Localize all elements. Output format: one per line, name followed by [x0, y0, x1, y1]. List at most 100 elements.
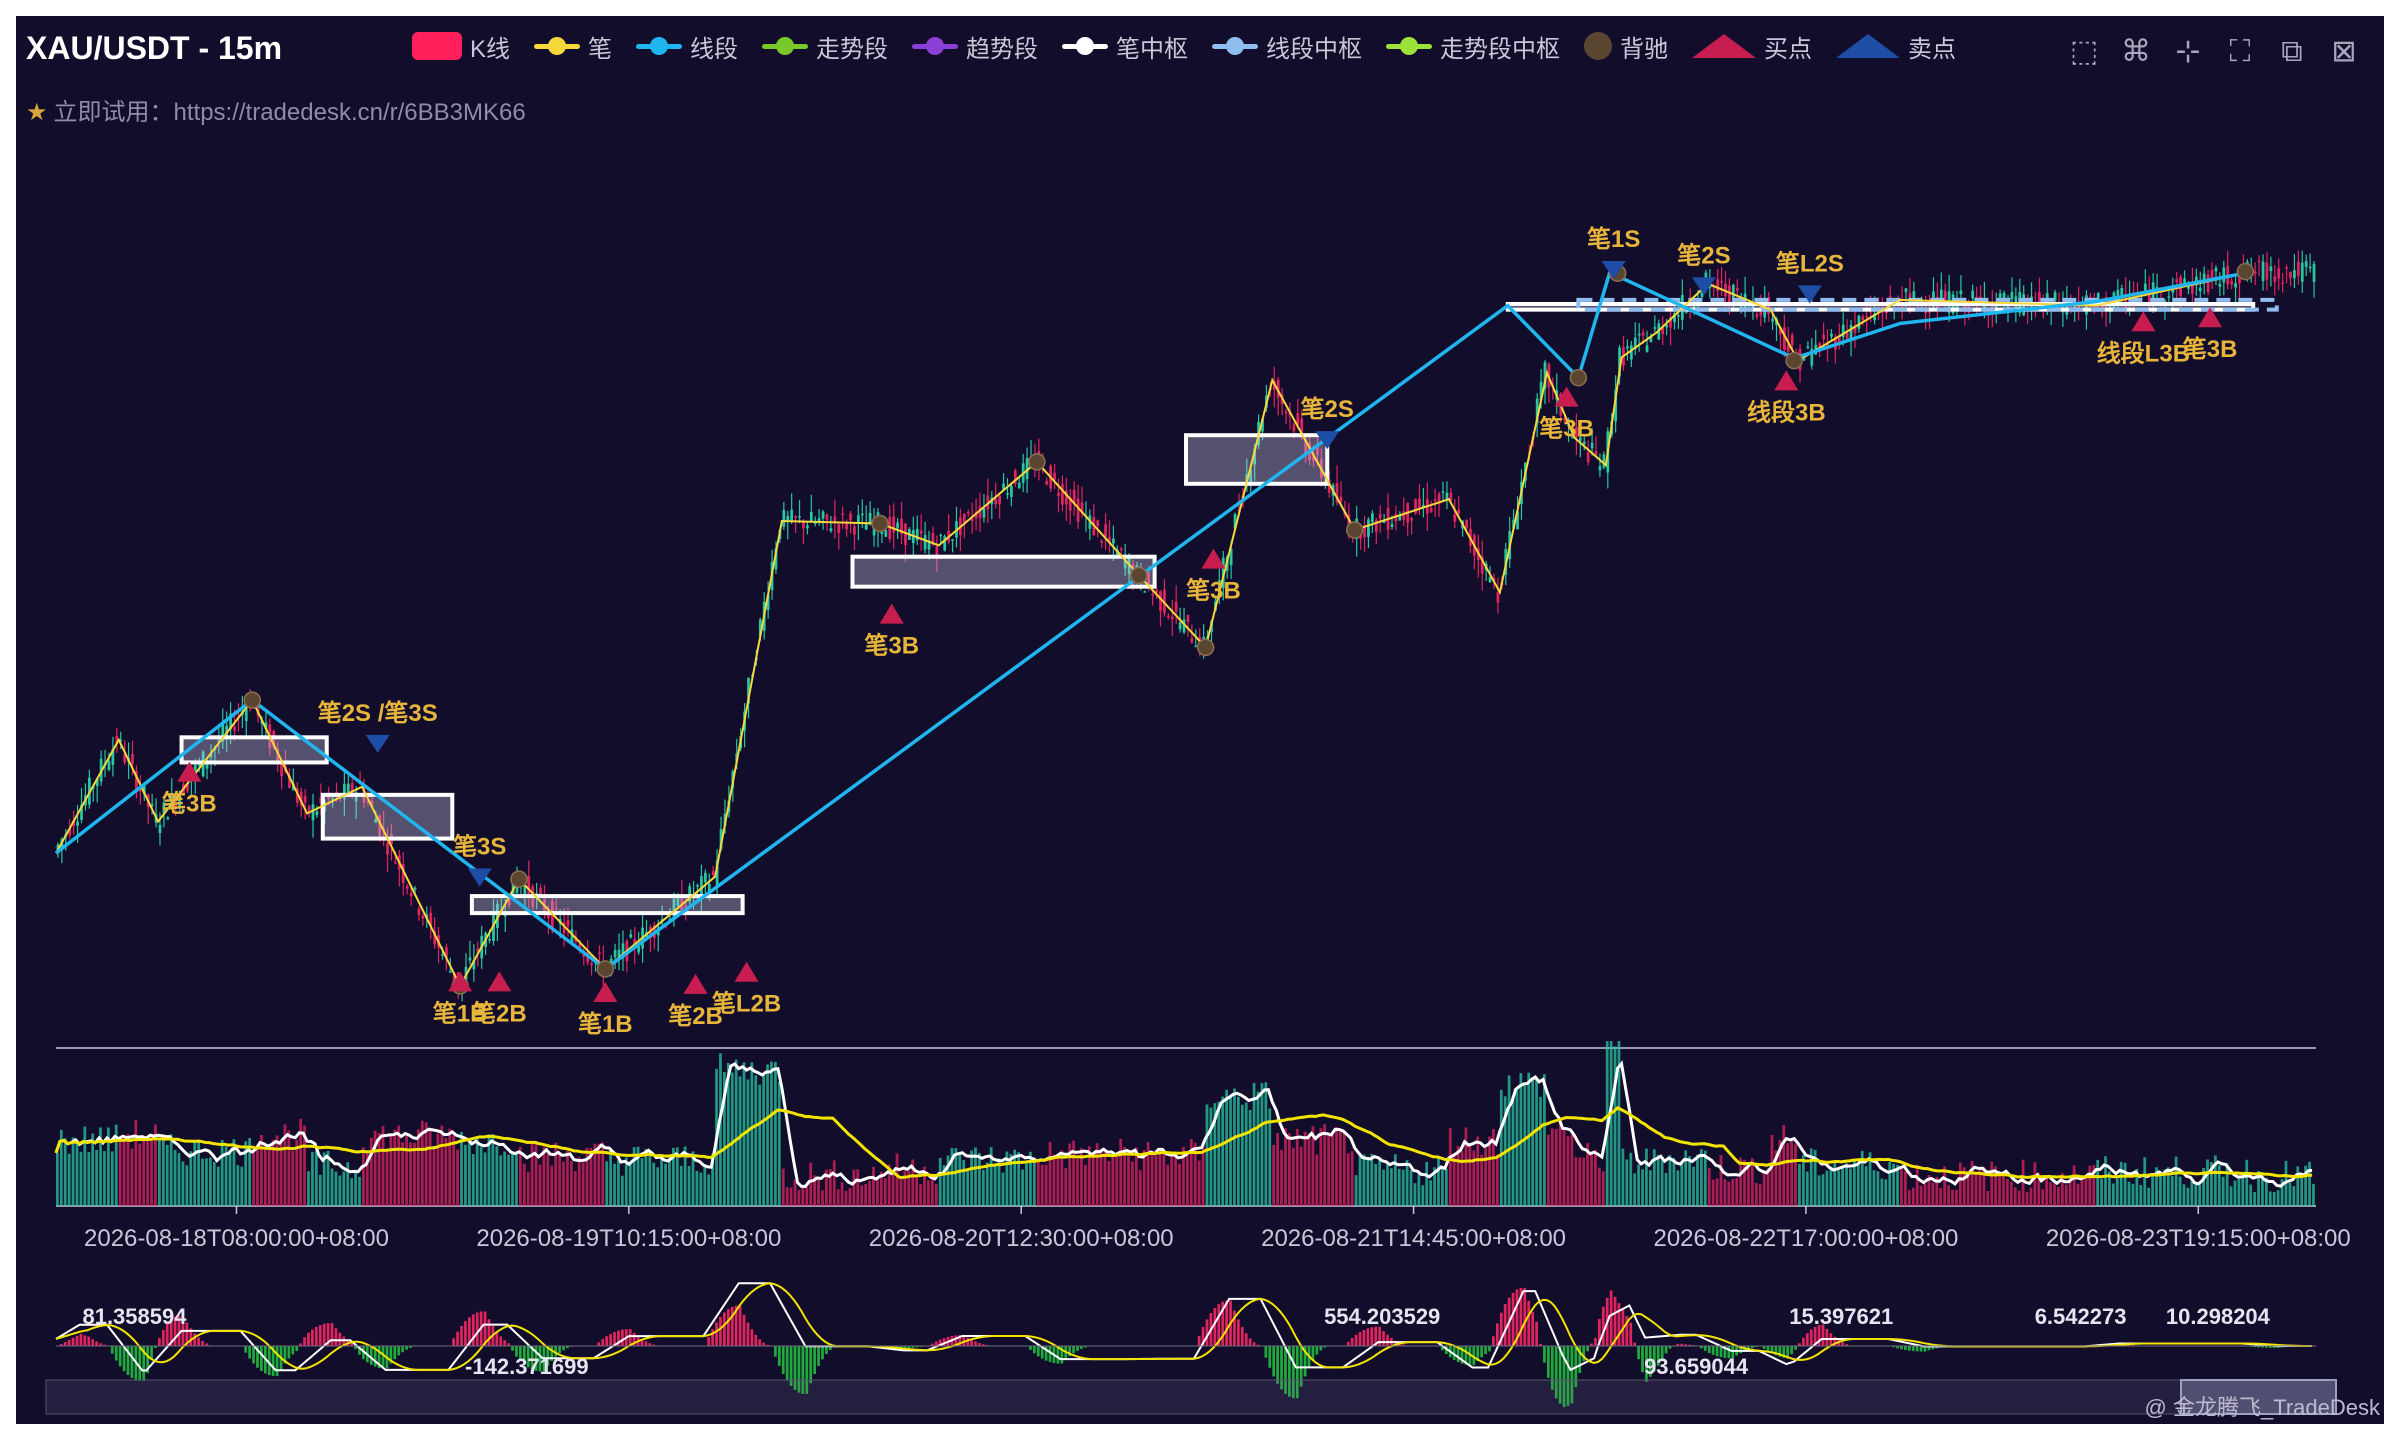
- volume-bar: [1040, 1164, 1044, 1206]
- candle-body: [1641, 332, 1645, 336]
- macd-histogram-bar: [79, 1333, 83, 1346]
- candle-body: [315, 811, 319, 816]
- volume-bar: [103, 1151, 106, 1206]
- volume-bar: [260, 1135, 263, 1206]
- volume-bar: [2119, 1162, 2123, 1206]
- volume-bar: [126, 1134, 130, 1206]
- volume-bar: [134, 1119, 138, 1206]
- candle-body: [1017, 482, 1021, 488]
- volume-bar: [981, 1169, 985, 1206]
- volume-bar: [581, 1162, 585, 1206]
- volume-bar: [1597, 1167, 1601, 1206]
- fullscreen-icon[interactable]: ⛶: [2220, 32, 2260, 72]
- legend-item-1[interactable]: 笔: [534, 29, 612, 64]
- candle-body: [2273, 276, 2277, 282]
- lasso-icon[interactable]: ⌘: [2116, 32, 2156, 72]
- macd-histogram-bar: [369, 1346, 373, 1365]
- volume-bar: [1688, 1156, 1691, 1206]
- macd-histogram-bar: [1366, 1328, 1370, 1346]
- volume-bar: [876, 1178, 879, 1206]
- volume-bar: [240, 1166, 244, 1206]
- volume-bar: [1582, 1157, 1586, 1206]
- volume-bar: [1633, 1173, 1637, 1206]
- macd-histogram-bar: [1527, 1300, 1531, 1346]
- legend-item-5[interactable]: 笔中枢: [1062, 29, 1188, 64]
- volume-bar: [1915, 1164, 1919, 1206]
- buy-point-label: 线段3B: [1747, 398, 1826, 426]
- legend-item-8[interactable]: 背驰: [1584, 29, 1668, 64]
- candle-body: [782, 509, 786, 527]
- candle-body: [1806, 346, 1810, 348]
- macd-histogram-bar: [114, 1346, 118, 1361]
- volume-bar: [746, 1079, 750, 1206]
- volume-bar: [1931, 1182, 1935, 1206]
- macd-histogram-bar: [750, 1329, 754, 1346]
- macd-histogram-bar: [1382, 1331, 1385, 1346]
- volume-bar: [1083, 1164, 1087, 1206]
- volume-bar: [1668, 1155, 1672, 1206]
- volume-bar: [1539, 1096, 1542, 1206]
- volume-bar: [409, 1142, 412, 1206]
- volume-bar: [67, 1153, 71, 1206]
- zoom-select-icon[interactable]: ⬚: [2064, 32, 2104, 72]
- subtitle-link[interactable]: 立即试用：https://tradedesk.cn/r/6BB3MK66: [54, 99, 526, 126]
- volume-bar: [1032, 1157, 1036, 1206]
- candle-body: [2234, 283, 2237, 288]
- x-axis-tick-label: 2026-08-19T10:15:00+08:00: [476, 1225, 781, 1252]
- volume-bar: [1676, 1170, 1680, 1206]
- volume-bar: [1958, 1162, 1962, 1206]
- legend-item-2[interactable]: 线段: [636, 29, 738, 64]
- volume-bar: [648, 1150, 652, 1206]
- legend-item-6[interactable]: 线段中枢: [1212, 29, 1362, 64]
- volume-bar: [1864, 1166, 1868, 1206]
- legend-item-0[interactable]: K线: [412, 29, 510, 64]
- volume-bar: [915, 1176, 919, 1206]
- candle-body: [1112, 538, 1115, 544]
- macd-histogram-bar: [1904, 1346, 1907, 1351]
- volume-bar: [456, 1149, 459, 1206]
- candle-body: [1151, 594, 1155, 596]
- volume-bar: [1817, 1175, 1821, 1206]
- volume-bar: [1849, 1168, 1852, 1206]
- candle-body: [441, 954, 444, 956]
- legend-item-3[interactable]: 走势段: [762, 29, 888, 64]
- volume-bar: [848, 1188, 852, 1206]
- volume-bar: [546, 1153, 550, 1206]
- volume-bar: [2221, 1176, 2225, 1206]
- volume-bar: [362, 1147, 365, 1206]
- volume-bar: [1221, 1096, 1225, 1206]
- volume-bar: [1841, 1166, 1844, 1206]
- legend-item-10[interactable]: 卖点: [1836, 29, 1956, 64]
- volume-bar: [256, 1149, 259, 1206]
- macd-histogram-bar: [777, 1346, 781, 1366]
- macd-histogram-bar: [1029, 1346, 1032, 1350]
- x-axis-tick-label: 2026-08-18T08:00:00+08:00: [84, 1225, 389, 1252]
- candle-body: [837, 524, 841, 534]
- volume-bar: [1660, 1158, 1664, 1206]
- volume-bar: [1103, 1152, 1107, 1206]
- candle-body: [1971, 290, 1975, 299]
- volume-bar: [515, 1152, 518, 1206]
- chart-subtitle[interactable]: ★ 立即试用：https://tradedesk.cn/r/6BB3MK66: [26, 92, 526, 127]
- candle-body: [448, 971, 452, 973]
- candle-body: [1378, 513, 1382, 519]
- volume-bar: [416, 1129, 420, 1206]
- volume-bar: [377, 1133, 381, 1206]
- legend-item-7[interactable]: 走势段中枢: [1386, 29, 1560, 64]
- macd-histogram-bar: [138, 1346, 142, 1381]
- divergence-dot: [2236, 262, 2255, 281]
- restore-icon[interactable]: ⧉: [2272, 32, 2312, 72]
- legend-item-9[interactable]: 买点: [1692, 29, 1812, 64]
- volume-bar: [1986, 1190, 1990, 1206]
- close-icon[interactable]: ⊠: [2324, 32, 2364, 72]
- drag-icon[interactable]: ⊹: [2168, 32, 2208, 72]
- volume-bar: [1060, 1150, 1064, 1206]
- volume-bar: [1837, 1170, 1841, 1206]
- candle-body: [923, 535, 927, 550]
- volume-bar: [522, 1163, 526, 1206]
- volume-bar: [1786, 1143, 1790, 1206]
- buy-point-marker: [2131, 311, 2156, 332]
- volume-bar: [750, 1062, 754, 1206]
- macd-histogram-bar: [475, 1312, 479, 1346]
- legend-item-4[interactable]: 趋势段: [912, 29, 1038, 64]
